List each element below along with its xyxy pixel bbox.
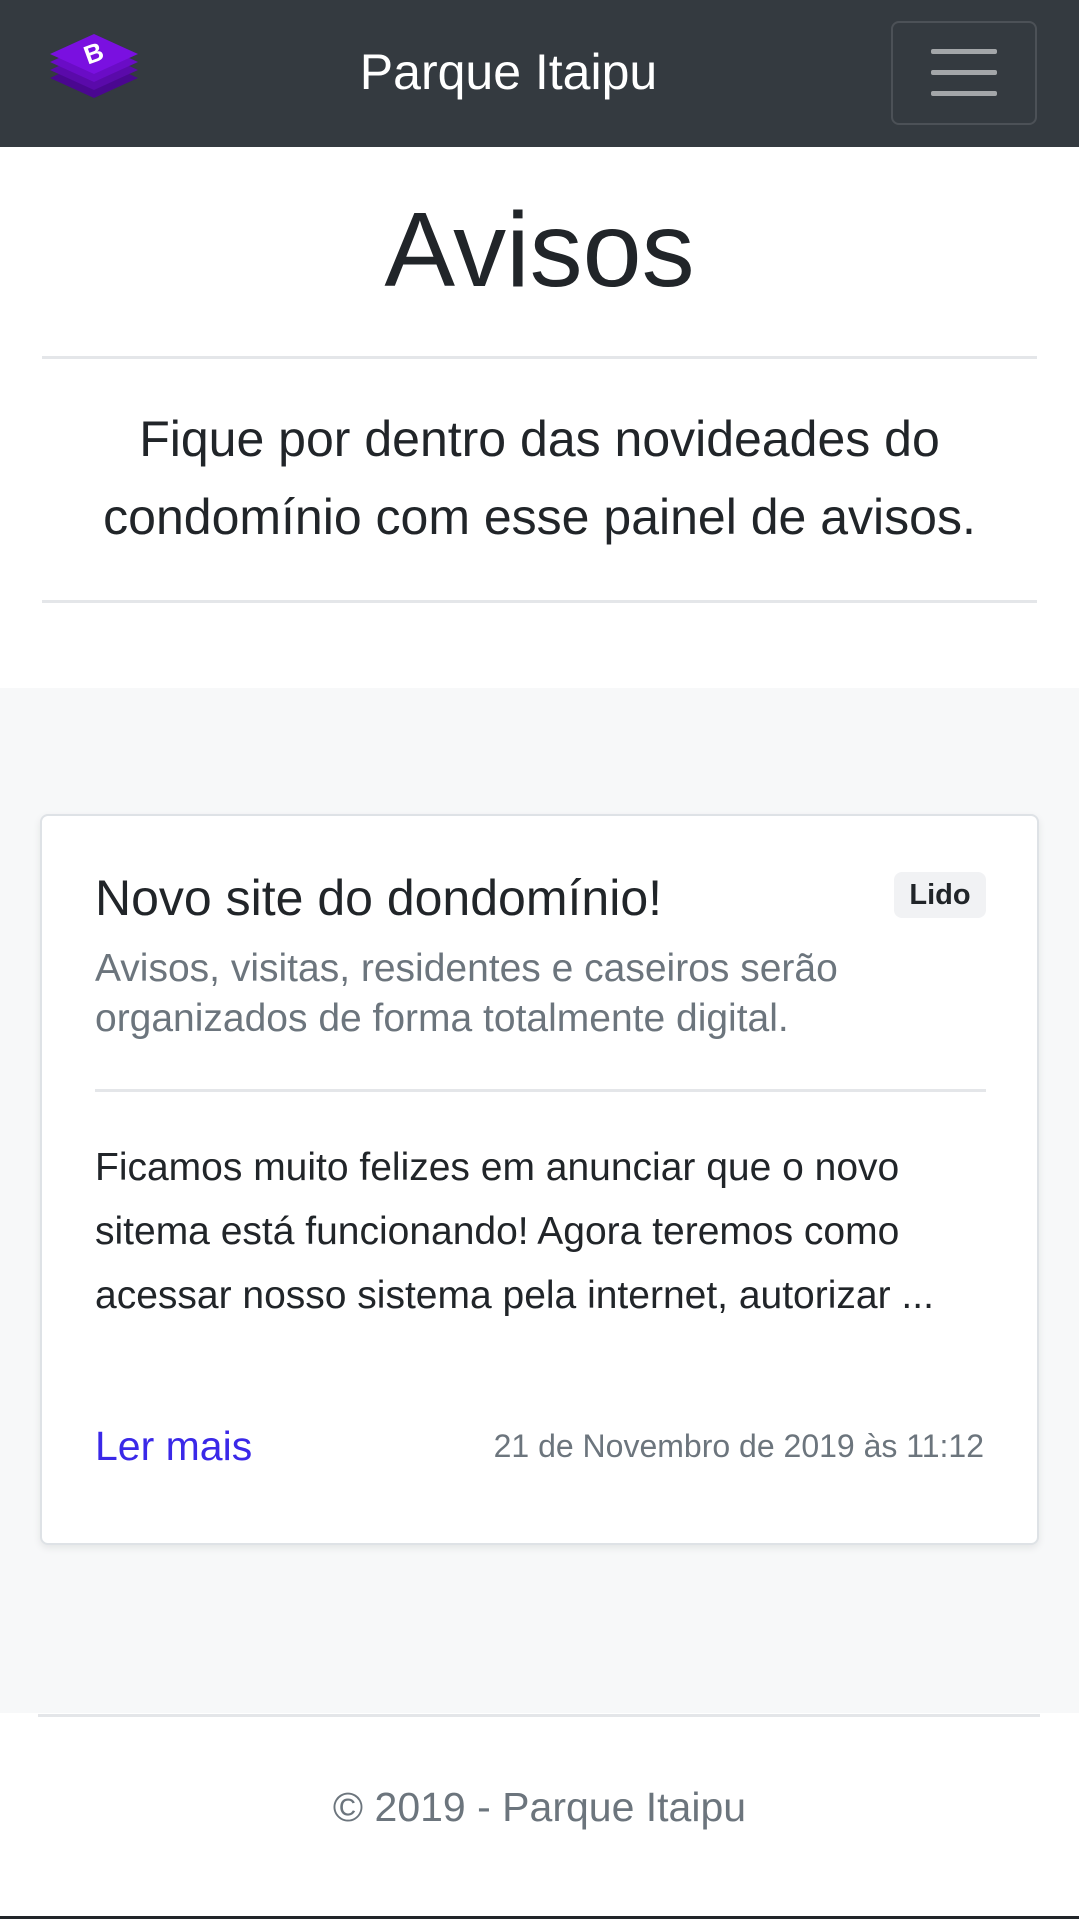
hamburger-menu-icon [931, 49, 997, 96]
header-divider-top [42, 356, 1037, 359]
navbar: B Parque Itaipu [0, 0, 1079, 147]
page-lead: Fique por dentro das novideades do condo… [103, 411, 976, 545]
menu-toggle-button[interactable] [891, 21, 1037, 125]
notice-divider [95, 1089, 986, 1092]
page-title: Avisos [384, 191, 695, 309]
footer-divider [38, 1714, 1040, 1717]
notice-body: Ficamos muito felizes em anunciar que o … [95, 1146, 934, 1317]
notice-date: 21 de Novembro de 2019 às 11:12 [493, 1428, 984, 1464]
notice-title: Novo site do dondomínio! [95, 870, 663, 926]
notice-card: Novo site do dondomínio! Lido Avisos, vi… [40, 814, 1039, 1545]
read-more-link[interactable]: Ler mais [95, 1421, 252, 1471]
footer-copyright: © 2019 - Parque Itaipu [332, 1784, 747, 1830]
brand-title[interactable]: Parque Itaipu [0, 0, 1017, 144]
notice-subtitle: Avisos, visitas, residentes e caseiros s… [95, 947, 838, 1040]
read-status-badge: Lido [894, 872, 986, 918]
header-divider-bottom [42, 600, 1037, 603]
